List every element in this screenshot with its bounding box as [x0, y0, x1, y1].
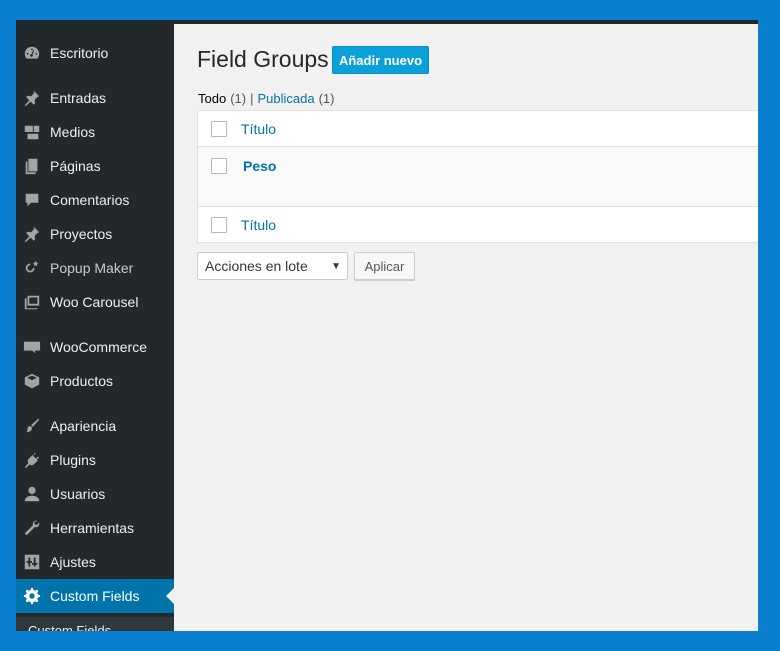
box-icon — [22, 371, 42, 391]
sidebar-item-usuarios[interactable]: Usuarios — [16, 477, 174, 511]
sidebar-item-label: Medios — [50, 124, 96, 140]
media-icon — [22, 122, 42, 142]
sidebar-item-label: Apariencia — [50, 418, 117, 434]
sidebar-item-label: Herramientas — [50, 520, 135, 536]
sidebar-item-apariencia[interactable]: Apariencia — [16, 409, 174, 443]
sidebar-item-plugins[interactable]: Plugins — [16, 443, 174, 477]
filter-all[interactable]: Todo — [198, 91, 226, 106]
sidebar-item-label: WooCommerce — [50, 339, 147, 355]
add-new-button[interactable]: Añadir nuevo — [332, 46, 429, 74]
sidebar-item-custom-fields[interactable]: Custom Fields — [16, 579, 174, 613]
main-content: Field Groups Añadir nuevo Todo (1) | Pub… — [174, 24, 758, 631]
pages-icon — [22, 156, 42, 176]
title-column-footer[interactable]: Título — [241, 217, 276, 233]
apply-button[interactable]: Aplicar — [354, 252, 415, 280]
gear-icon — [22, 586, 42, 606]
active-indicator — [166, 588, 174, 604]
sidebar-item-medios[interactable]: Medios — [16, 115, 174, 149]
table-footer: Título — [198, 207, 758, 243]
sidebar-item-paginas[interactable]: Páginas — [16, 149, 174, 183]
title-column-header[interactable]: Título — [241, 121, 276, 137]
wrench-icon — [22, 518, 42, 538]
filter-published[interactable]: Publicada — [257, 91, 314, 106]
sidebar-item-label: Custom Fields — [50, 588, 140, 604]
sidebar-item-woo-carousel[interactable]: Woo Carousel — [16, 285, 174, 319]
sidebar-item-ajustes[interactable]: Ajustes — [16, 545, 174, 579]
field-groups-table: Título Peso Título — [197, 110, 758, 243]
bulk-actions-value: Acciones en lote — [205, 258, 308, 274]
submenu-item-custom-fields[interactable]: Custom Fields — [28, 623, 111, 631]
sidebar-item-label: Usuarios — [50, 486, 106, 502]
submenu: Custom Fields — [16, 617, 174, 631]
sidebar-item-label: Popup Maker — [50, 260, 134, 276]
sidebar-item-label: Proyectos — [50, 226, 113, 242]
bulk-actions-select[interactable]: Acciones en lote ▼ — [197, 252, 348, 280]
pushpin-icon — [22, 88, 42, 108]
carousel-icon — [22, 292, 42, 312]
sidebar-item-productos[interactable]: Productos — [16, 364, 174, 398]
select-all-checkbox[interactable] — [211, 121, 227, 137]
table-header: Título — [198, 111, 758, 147]
select-all-checkbox-footer[interactable] — [211, 217, 227, 233]
page-title: Field Groups — [197, 46, 329, 72]
sidebar-item-comentarios[interactable]: Comentarios — [16, 183, 174, 217]
sidebar-item-label: Plugins — [50, 452, 96, 468]
filter-all-count: (1) — [230, 91, 247, 106]
admin-window: Escritorio Entradas Medios Páginas Comen… — [16, 20, 758, 631]
plug-icon — [22, 450, 42, 470]
sidebar-item-woocommerce[interactable]: WooCommerce — [16, 330, 174, 364]
brush-icon — [22, 416, 42, 436]
sidebar-item-proyectos[interactable]: Proyectos — [16, 217, 174, 251]
dashboard-icon — [22, 43, 42, 63]
status-filters: Todo (1) | Publicada (1) — [198, 91, 334, 106]
sidebar-item-label: Productos — [50, 373, 114, 389]
caret-down-icon: ▼ — [331, 261, 341, 272]
filter-published-count: (1) — [318, 91, 335, 106]
settings-icon — [22, 552, 42, 572]
admin-sidebar: Escritorio Entradas Medios Páginas Comen… — [16, 24, 174, 631]
sidebar-item-label: Escritorio — [50, 45, 109, 61]
sidebar-item-label: Entradas — [50, 90, 107, 106]
row-checkbox[interactable] — [211, 158, 227, 174]
filter-separator: | — [250, 91, 254, 106]
sidebar-item-label: Comentarios — [50, 192, 130, 208]
row-title-link[interactable]: Peso — [243, 158, 276, 174]
pushpin-icon — [22, 224, 42, 244]
sidebar-item-entradas[interactable]: Entradas — [16, 81, 174, 115]
sidebar-item-label: Ajustes — [50, 554, 96, 570]
popup-icon — [22, 258, 42, 278]
sidebar-item-popup-maker[interactable]: Popup Maker — [16, 251, 174, 285]
sidebar-item-herramientas[interactable]: Herramientas — [16, 511, 174, 545]
table-row: Peso — [198, 147, 758, 207]
sidebar-item-label: Woo Carousel — [50, 294, 139, 310]
sidebar-item-label: Páginas — [50, 158, 101, 174]
user-icon — [22, 484, 42, 504]
woocommerce-icon — [22, 337, 42, 357]
comment-icon — [22, 190, 42, 210]
sidebar-item-escritorio[interactable]: Escritorio — [16, 36, 174, 70]
